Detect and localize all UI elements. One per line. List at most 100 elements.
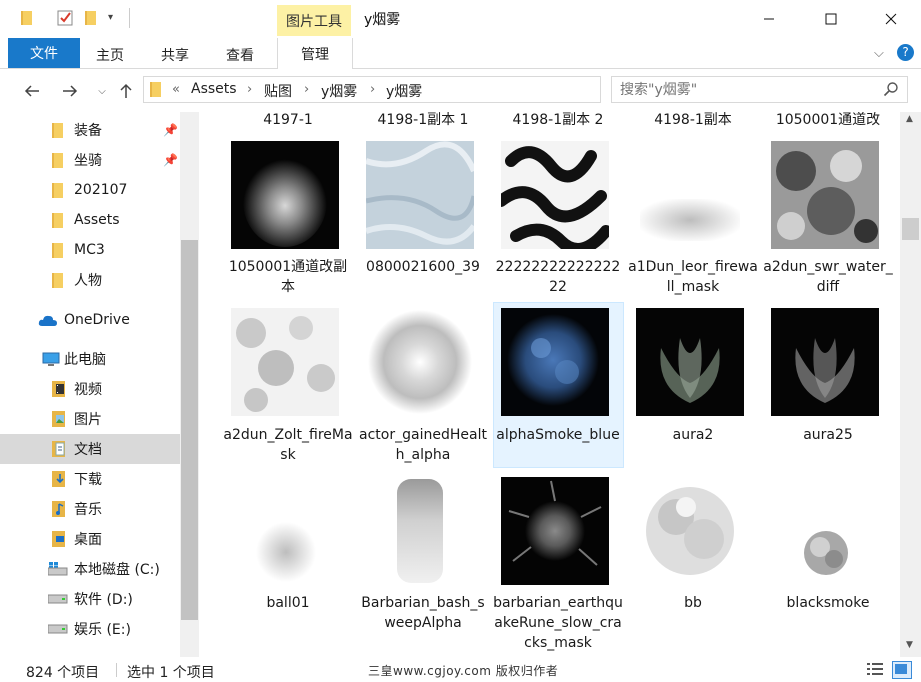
file-name[interactable]: 4198-1副本 2 xyxy=(493,112,623,130)
address-bar[interactable]: « Assets › 贴图 › y烟雾 › y烟雾 ⌵ ↻ xyxy=(143,76,738,103)
folder-icon xyxy=(150,82,162,101)
tab-share[interactable]: 共享 xyxy=(161,45,189,65)
details-view-icon[interactable] xyxy=(866,661,884,677)
search-input[interactable] xyxy=(620,80,870,99)
file-name[interactable]: 4198-1副本 1 xyxy=(358,112,488,130)
file-thumbnail[interactable] xyxy=(495,141,612,255)
file-name[interactable]: a1Dun_leor_firewall_mask xyxy=(628,257,758,297)
file-thumbnail[interactable] xyxy=(771,141,879,249)
file-name[interactable]: 4198-1副本 xyxy=(628,112,758,130)
new-folder-icon[interactable] xyxy=(84,10,98,30)
file-thumbnail[interactable] xyxy=(231,308,339,416)
large-icons-view-icon[interactable] xyxy=(892,661,912,679)
nav-item-quick-access[interactable]: 人物 xyxy=(0,265,180,295)
nav-item-pictures[interactable]: 图片 xyxy=(0,404,180,434)
file-list-scrollbar[interactable]: ▲ ▼ xyxy=(900,112,921,657)
file-name[interactable]: aura2 xyxy=(628,425,758,445)
file-name[interactable]: ball01 xyxy=(223,593,353,613)
tab-manage[interactable]: 管理 xyxy=(277,38,353,69)
forward-button[interactable] xyxy=(58,79,82,103)
file-thumbnail[interactable] xyxy=(501,477,609,585)
nav-item-label: 软件 (D:) xyxy=(74,592,133,608)
file-name[interactable]: 0800021600_39 xyxy=(358,257,488,277)
file-list-scrollbar-thumb[interactable] xyxy=(902,218,919,240)
nav-pane-scrollbar-thumb[interactable] xyxy=(181,240,198,620)
nav-item-videos[interactable]: 视频 xyxy=(0,374,180,404)
nav-item-drive-e[interactable]: 娱乐 (E:) xyxy=(0,614,180,644)
file-thumbnail[interactable] xyxy=(771,308,879,416)
minimize-button[interactable] xyxy=(746,0,792,38)
nav-item-desktop[interactable]: 桌面 xyxy=(0,524,180,554)
nav-item-onedrive[interactable]: OneDrive xyxy=(0,305,180,335)
nav-item-quick-access[interactable]: 装备 📌 xyxy=(0,115,180,145)
nav-item-quick-access[interactable]: MC3 xyxy=(0,235,180,265)
expand-ribbon-chevron-icon[interactable]: ⌵ xyxy=(874,46,884,61)
search-icon[interactable] xyxy=(883,81,899,101)
file-thumbnail[interactable] xyxy=(636,308,744,416)
downloads-folder-icon xyxy=(52,471,66,487)
file-name[interactable]: bb xyxy=(628,593,758,613)
customize-toolbar-chevron-icon[interactable]: ▾ xyxy=(108,12,113,23)
nav-item-documents[interactable]: 文档 xyxy=(0,434,180,464)
file-name[interactable]: 4197-1 xyxy=(223,112,353,130)
breadcrumb-separator-icon[interactable]: › xyxy=(370,82,375,97)
file-name[interactable]: a2dun_swr_water_diff xyxy=(763,257,893,297)
file-thumbnail[interactable] xyxy=(254,520,318,584)
tab-home[interactable]: 主页 xyxy=(96,45,124,65)
file-list: 4197-1 4198-1副本 1 4198-1副本 2 4198-1副本 10… xyxy=(199,112,900,657)
file-thumbnail[interactable] xyxy=(501,308,609,416)
file-thumbnail[interactable] xyxy=(365,141,477,249)
maximize-button[interactable] xyxy=(808,0,854,38)
properties-icon[interactable] xyxy=(56,9,74,31)
back-button[interactable] xyxy=(20,79,44,103)
nav-item-this-pc[interactable]: 此电脑 xyxy=(0,344,180,374)
scroll-up-icon[interactable]: ▲ xyxy=(906,114,913,124)
file-name[interactable]: blacksmoke xyxy=(763,593,893,613)
tab-file[interactable]: 文件 xyxy=(8,38,80,68)
file-name[interactable]: actor_gainedHealth_alpha xyxy=(358,425,488,465)
nav-item-drive-d[interactable]: 软件 (D:) xyxy=(0,584,180,614)
breadcrumb-item[interactable]: y烟雾 xyxy=(386,81,422,101)
file-thumbnail[interactable] xyxy=(636,477,744,585)
recent-locations-button[interactable]: ⌵ xyxy=(90,79,114,103)
close-icon xyxy=(885,13,897,25)
file-name[interactable]: 1050001通道改副本 xyxy=(223,257,353,297)
pin-icon[interactable]: 📌 xyxy=(163,123,178,137)
pictures-folder-icon xyxy=(52,411,66,427)
file-name[interactable]: aura25 xyxy=(763,425,893,445)
up-button[interactable] xyxy=(114,79,138,103)
pin-icon[interactable]: 📌 xyxy=(163,153,178,167)
folder-icon xyxy=(20,10,34,26)
breadcrumb-item[interactable]: Assets xyxy=(191,81,237,97)
nav-item-quick-access[interactable]: 坐骑 📌 xyxy=(0,145,180,175)
breadcrumb-overflow[interactable]: « xyxy=(172,82,180,97)
file-thumbnail[interactable] xyxy=(636,193,744,248)
breadcrumb-separator-icon[interactable]: › xyxy=(304,82,309,97)
breadcrumb-item[interactable]: 贴图 xyxy=(264,81,292,101)
file-thumbnail[interactable] xyxy=(394,477,446,585)
maximize-icon xyxy=(825,13,837,25)
nav-item-downloads[interactable]: 下载 xyxy=(0,464,180,494)
file-name[interactable]: alphaSmoke_blue xyxy=(493,425,623,445)
file-name[interactable]: Barbarian_bash_sweepAlpha xyxy=(358,593,488,633)
nav-item-label: Assets xyxy=(74,212,120,228)
nav-item-label: 人物 xyxy=(74,273,102,289)
nav-item-quick-access[interactable]: Assets xyxy=(0,205,180,235)
breadcrumb-item[interactable]: y烟雾 xyxy=(321,81,357,101)
nav-item-music[interactable]: 音乐 xyxy=(0,494,180,524)
scroll-down-icon[interactable]: ▼ xyxy=(906,640,913,650)
tab-view[interactable]: 查看 xyxy=(226,45,254,65)
file-name[interactable]: 2222222222222222 xyxy=(493,257,623,297)
file-name[interactable]: barbarian_earthquakeRune_slow_cracks_mas… xyxy=(493,593,623,653)
search-box[interactable] xyxy=(611,76,908,103)
close-button[interactable] xyxy=(868,0,914,38)
help-icon[interactable]: ? xyxy=(897,44,914,61)
breadcrumb-separator-icon[interactable]: › xyxy=(247,82,252,97)
nav-item-quick-access[interactable]: 202107 xyxy=(0,175,180,205)
nav-item-drive-c[interactable]: 本地磁盘 (C:) xyxy=(0,554,180,584)
file-thumbnail[interactable] xyxy=(231,141,339,249)
file-name[interactable]: 1050001通道改 xyxy=(763,112,893,130)
file-thumbnail[interactable] xyxy=(366,308,474,416)
file-name[interactable]: a2dun_Zolt_fireMask xyxy=(223,425,353,465)
file-thumbnail[interactable] xyxy=(794,521,858,585)
